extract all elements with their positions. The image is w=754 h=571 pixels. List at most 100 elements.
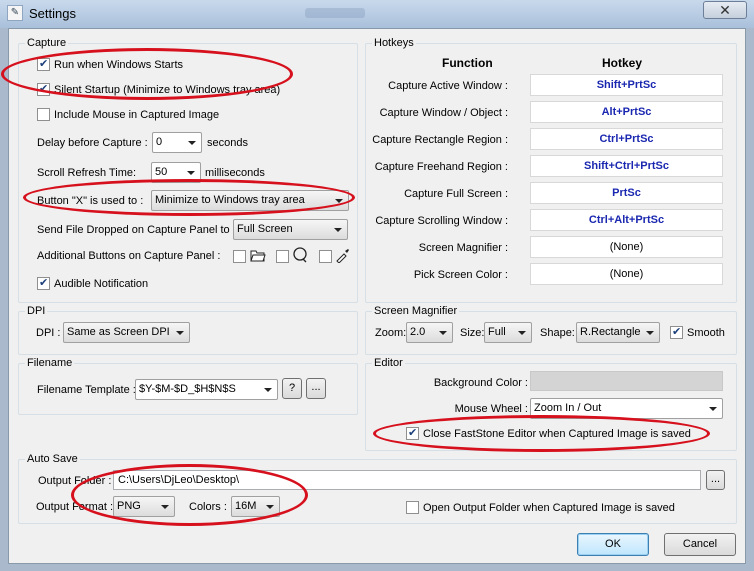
function-header: Function xyxy=(442,56,493,70)
dpi-legend: DPI xyxy=(25,304,48,318)
hotkey-function-label: Capture Rectangle Region : xyxy=(372,134,508,146)
filename-legend: Filename xyxy=(25,356,75,370)
delay-label: Delay before Capture : xyxy=(37,137,148,149)
button-x-select[interactable]: Minimize to Windows tray area xyxy=(151,190,349,211)
chevron-down-icon xyxy=(264,388,272,392)
hotkey-function-label: Capture Active Window : xyxy=(388,80,508,92)
delay-select[interactable]: 0 xyxy=(152,132,202,153)
audible-notification-checkbox[interactable] xyxy=(37,276,50,290)
cancel-button[interactable]: Cancel xyxy=(664,533,736,556)
scroll-refresh-value: 50 xyxy=(155,166,168,178)
delay-value: 0 xyxy=(156,136,163,148)
output-format-select[interactable]: PNG xyxy=(113,496,175,517)
size-value: Full xyxy=(488,326,506,338)
screen-magnifier-legend: Screen Magnifier xyxy=(372,304,460,318)
include-mouse-checkbox[interactable] xyxy=(37,108,50,121)
open-output-folder-checkbox[interactable] xyxy=(406,501,419,514)
additional-buttons-label: Additional Buttons on Capture Panel : xyxy=(37,250,221,262)
hotkey-field[interactable]: Alt+PrtSc xyxy=(530,101,723,123)
folder-open-icon xyxy=(250,250,266,262)
color-picker-button-checkbox[interactable] xyxy=(319,250,332,263)
hotkey-field[interactable]: Shift+Ctrl+PrtSc xyxy=(530,155,723,177)
close-editor-checkbox[interactable] xyxy=(406,426,419,440)
send-file-label: Send File Dropped on Capture Panel to : xyxy=(37,224,236,236)
hotkey-function-label: Capture Scrolling Window : xyxy=(375,215,508,227)
output-format-label: Output Format : xyxy=(36,501,114,513)
mouse-wheel-select[interactable]: Zoom In / Out xyxy=(530,398,723,419)
dpi-select[interactable]: Same as Screen DPI xyxy=(63,322,190,343)
chevron-down-icon xyxy=(439,331,447,335)
background-color-swatch[interactable] xyxy=(530,371,723,391)
hotkey-field[interactable]: Ctrl+PrtSc xyxy=(530,128,723,150)
scroll-refresh-unit: milliseconds xyxy=(205,167,265,179)
background-window-ghost xyxy=(305,8,365,18)
output-folder-label: Output Folder : xyxy=(38,475,112,487)
size-label: Size: xyxy=(460,327,485,339)
auto-save-group: Auto Save Output Folder : C:\Users\DjLeo… xyxy=(18,452,737,524)
mouse-wheel-label: Mouse Wheel : xyxy=(454,403,528,415)
title-bar: ✎ Settings ✕ xyxy=(0,0,754,28)
smooth-checkbox[interactable] xyxy=(670,325,683,339)
chevron-down-icon xyxy=(161,505,169,509)
filename-group: Filename Filename Template : $Y-$M-$D_$H… xyxy=(18,356,358,415)
hotkey-header: Hotkey xyxy=(602,56,643,70)
capture-group: Capture Run when Windows Starts Silent S… xyxy=(18,36,358,303)
colors-select[interactable]: 16M xyxy=(231,496,280,517)
run-when-windows-starts-checkbox[interactable] xyxy=(37,57,50,71)
output-format-value: PNG xyxy=(117,500,141,512)
output-folder-input[interactable]: C:\Users\DjLeo\Desktop\ xyxy=(113,470,701,490)
hotkey-function-label: Screen Magnifier : xyxy=(418,242,508,254)
button-x-label: Button "X" is used to : xyxy=(37,195,144,207)
run-when-windows-starts-label: Run when Windows Starts xyxy=(54,59,183,71)
close-editor-label: Close FastStone Editor when Captured Ima… xyxy=(423,428,691,440)
hotkeys-group: Hotkeys Function Hotkey Capture Active W… xyxy=(365,36,737,303)
shape-value: R.Rectangle xyxy=(580,326,641,338)
hotkey-field[interactable]: Shift+PrtSc xyxy=(530,74,723,96)
open-file-button-checkbox[interactable] xyxy=(233,250,246,263)
chevron-down-icon xyxy=(334,228,342,232)
dpi-value: Same as Screen DPI xyxy=(67,326,170,338)
include-mouse-label: Include Mouse in Captured Image xyxy=(54,109,220,121)
filename-template-select[interactable]: $Y-$M-$D_$H$N$S xyxy=(135,379,278,400)
chevron-down-icon xyxy=(709,407,717,411)
hotkey-field[interactable]: (None) xyxy=(530,236,723,258)
zoom-select[interactable]: 2.0 xyxy=(406,322,453,343)
editor-legend: Editor xyxy=(372,356,405,370)
hotkey-field[interactable]: (None) xyxy=(530,263,723,285)
chevron-down-icon xyxy=(518,331,526,335)
background-color-label: Background Color : xyxy=(433,377,528,389)
hotkey-function-label: Capture Freehand Region : xyxy=(374,161,508,173)
zoom-value: 2.0 xyxy=(410,326,426,338)
dpi-group: DPI DPI : Same as Screen DPI xyxy=(18,304,358,355)
ok-button[interactable]: OK xyxy=(577,533,649,556)
filename-help-button[interactable]: ? xyxy=(282,378,302,399)
hotkeys-legend: Hotkeys xyxy=(372,36,416,50)
colors-value: 16M xyxy=(235,500,257,512)
shape-select[interactable]: R.Rectangle xyxy=(576,322,660,343)
filename-template-label: Filename Template : xyxy=(37,384,136,396)
close-window-button[interactable]: ✕ xyxy=(703,1,747,19)
scroll-refresh-select[interactable]: 50 xyxy=(151,162,201,183)
zoom-label: Zoom: xyxy=(375,327,407,339)
button-x-value: Minimize to Windows tray area xyxy=(155,194,305,206)
chevron-down-icon xyxy=(187,171,195,175)
hotkey-function-label: Capture Window / Object : xyxy=(379,107,508,119)
colors-label: Colors : xyxy=(189,501,227,513)
browse-folder-button[interactable]: ... xyxy=(706,470,725,490)
eyedropper-icon xyxy=(336,249,349,263)
freehand-button-checkbox[interactable] xyxy=(276,250,289,263)
send-file-select[interactable]: Full Screen xyxy=(233,219,348,240)
mouse-wheel-value: Zoom In / Out xyxy=(534,402,602,414)
auto-save-legend: Auto Save xyxy=(25,452,80,466)
open-output-folder-label: Open Output Folder when Captured Image i… xyxy=(423,502,675,514)
size-select[interactable]: Full xyxy=(484,322,532,343)
dpi-label: DPI : xyxy=(36,327,61,339)
silent-startup-checkbox[interactable] xyxy=(37,82,50,96)
chevron-down-icon xyxy=(335,199,343,203)
hotkey-field[interactable]: PrtSc xyxy=(530,182,723,204)
chevron-down-icon xyxy=(188,141,196,145)
hotkey-field[interactable]: Ctrl+Alt+PrtSc xyxy=(530,209,723,231)
settings-dialog: Capture Run when Windows Starts Silent S… xyxy=(8,28,746,564)
filename-more-button[interactable]: ... xyxy=(306,378,326,399)
filename-template-value: $Y-$M-$D_$H$N$S xyxy=(139,383,236,395)
